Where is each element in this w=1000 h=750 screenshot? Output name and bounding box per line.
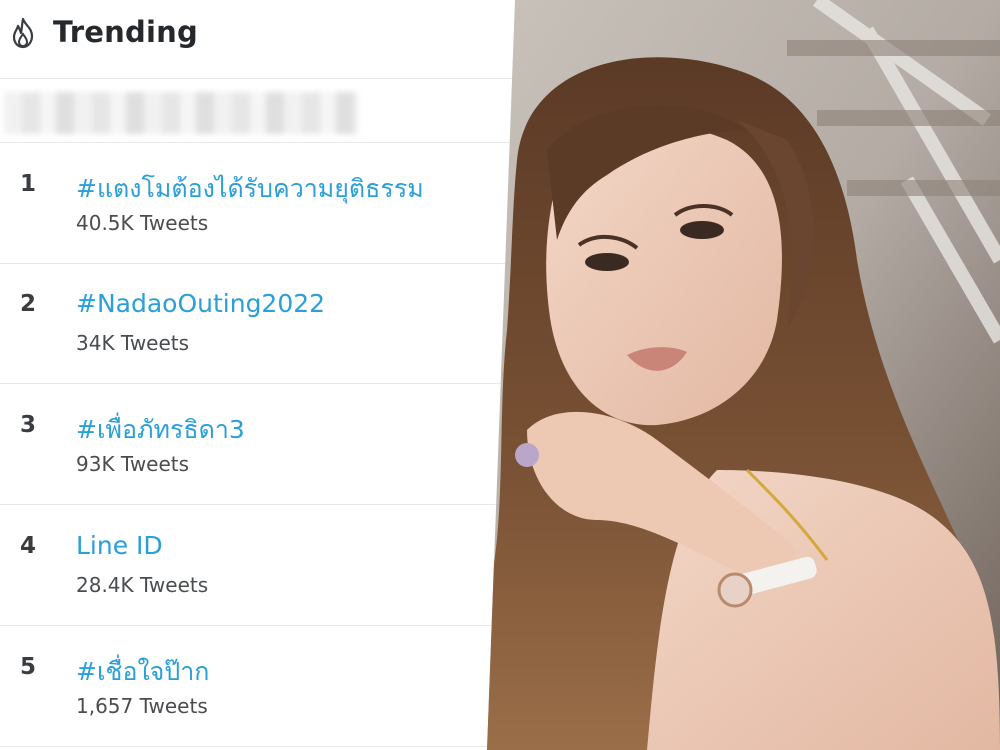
page-title: Trending xyxy=(53,15,198,49)
trend-rank: 4 xyxy=(20,533,37,559)
trend-hashtag[interactable]: Line ID xyxy=(76,531,163,560)
tweet-count: 1,657 Tweets xyxy=(76,694,208,718)
tweet-count: 34K Tweets xyxy=(76,331,190,355)
trending-panel: Trending 1 #แตงโมต้องได้รับความยุติธรรม … xyxy=(0,0,515,750)
trend-rank: 3 xyxy=(20,412,37,438)
tweet-count: 28.4K Tweets xyxy=(76,573,209,597)
trend-hashtag[interactable]: #เพื่อภัทรธิดา3 xyxy=(76,410,245,450)
trend-item-3[interactable]: 3 #เพื่อภัทรธิดา3 93K Tweets xyxy=(0,384,515,505)
trend-rank: 2 xyxy=(20,291,37,317)
trend-hashtag[interactable]: #NadaoOuting2022 xyxy=(76,289,325,318)
portrait-illustration xyxy=(487,0,1000,750)
blurred-content xyxy=(4,92,358,134)
trend-item-5[interactable]: 5 #เชื่อใจป๊าก 1,657 Tweets xyxy=(0,626,515,747)
trending-header: Trending xyxy=(0,0,515,79)
trend-item-2[interactable]: 2 #NadaoOuting2022 34K Tweets xyxy=(0,263,515,384)
tweet-count: 40.5K Tweets xyxy=(76,211,209,235)
trend-item-1[interactable]: 1 #แตงโมต้องได้รับความยุติธรรม 40.5K Twe… xyxy=(0,143,515,264)
tweet-count: 93K Tweets xyxy=(76,452,190,476)
trend-item-4[interactable]: 4 Line ID 28.4K Tweets xyxy=(0,505,515,626)
trend-rank: 1 xyxy=(20,171,37,197)
trend-hashtag[interactable]: #แตงโมต้องได้รับความยุติธรรม xyxy=(76,169,424,209)
portrait-photo xyxy=(487,0,1000,750)
trend-rank: 5 xyxy=(20,654,37,680)
flame-icon xyxy=(12,17,34,49)
trend-hashtag[interactable]: #เชื่อใจป๊าก xyxy=(76,652,209,692)
